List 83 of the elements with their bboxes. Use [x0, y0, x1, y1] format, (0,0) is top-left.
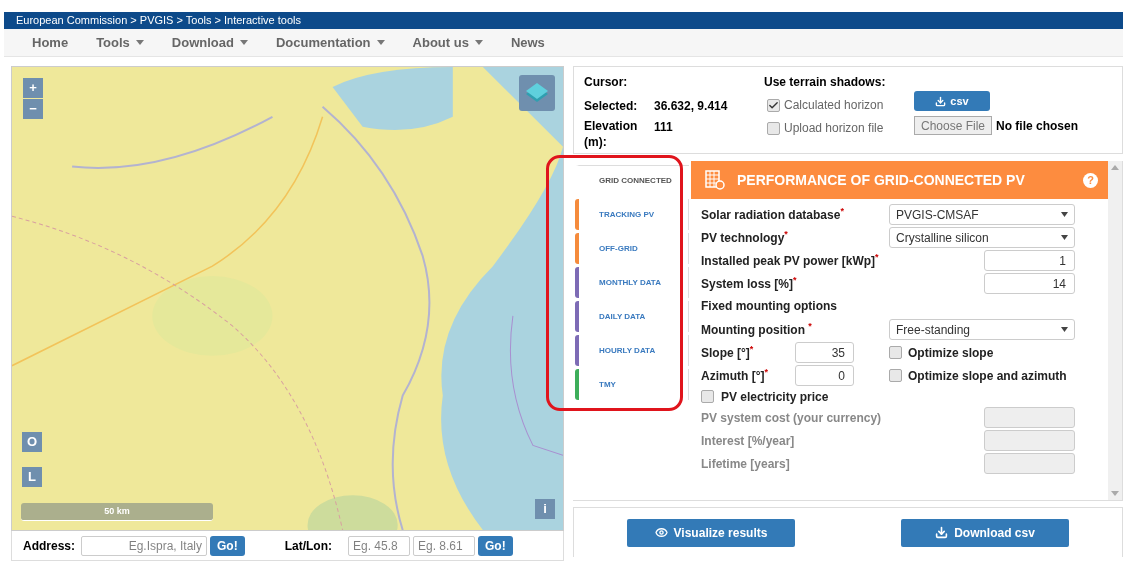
field-label: PV technology$^{*}$ — [701, 228, 788, 247]
eye-icon — [654, 526, 668, 539]
select-field[interactable]: Free-standing — [889, 319, 1075, 340]
number-field[interactable]: 1 — [984, 250, 1075, 271]
zoom-out-button[interactable]: − — [23, 99, 43, 119]
select-field[interactable]: Crystalline silicon — [889, 227, 1075, 248]
tab[interactable]: MONTHLY DATA — [575, 267, 689, 298]
nav-link[interactable]: Tools — [96, 32, 144, 53]
option-label: PV electricity price — [721, 388, 829, 406]
caret-icon — [1061, 235, 1068, 240]
go-button[interactable]: Go! — [478, 535, 513, 556]
option-label: Optimize slope and azimuth — [908, 367, 1067, 385]
checkbox[interactable] — [767, 98, 780, 112]
tab[interactable]: DAILY DATA — [575, 301, 689, 332]
zoom-in-button[interactable]: + — [23, 78, 43, 98]
go-button[interactable]: Go! — [210, 535, 245, 556]
checkbox[interactable] — [889, 346, 902, 359]
field-label: Solar radiation database$^{*}$ — [701, 205, 844, 224]
field-label: PV system cost (your currency) — [701, 409, 882, 427]
field-label: Lifetime [years] — [701, 455, 790, 473]
action-button[interactable]: Visualize results — [627, 518, 795, 547]
layers-icon — [524, 82, 550, 104]
nav-link[interactable]: Download — [171, 32, 248, 53]
field-label: Mounting position $^{*}$ — [701, 320, 812, 339]
number-field[interactable]: 35 — [795, 342, 854, 363]
caret-icon — [1061, 212, 1068, 217]
option-label: Upload horizon file — [784, 120, 884, 137]
breadcrumb: European Commission > PVGIS > Tools > Interactive tools — [16, 13, 302, 29]
caret-icon — [239, 40, 248, 45]
field-label: Installed peak PV power [kWp]$^{*}$ — [701, 251, 879, 270]
caret-icon — [474, 40, 483, 45]
caret-icon — [1061, 327, 1068, 332]
selected-value: 36.632, 9.414 — [654, 98, 729, 115]
elevation-value: 111 — [654, 119, 674, 136]
choose-file-button[interactable]: Choose File — [914, 116, 993, 135]
nav-link[interactable]: About us — [412, 32, 483, 53]
download-icon — [935, 526, 949, 539]
layers-button[interactable] — [519, 75, 555, 111]
cursor-label: Cursor: — [584, 74, 629, 91]
option-label: Optimize slope — [908, 344, 994, 362]
checkbox[interactable] — [767, 121, 780, 135]
number-field[interactable]: 0 — [795, 365, 854, 386]
section-title: Fixed mounting options — [701, 298, 838, 315]
nav-link[interactable]: News — [510, 32, 545, 53]
map[interactable]: + − O L 50 km i — [11, 66, 564, 531]
caret-icon — [135, 40, 144, 45]
l-button[interactable]: L — [22, 467, 42, 487]
field-label: System loss [%]$^{*}$ — [701, 274, 797, 293]
field-label: Interest [%/year] — [701, 432, 795, 450]
latitude-field[interactable]: Eg. 45.8 — [348, 535, 410, 556]
latlon-label: Lat/Lon: — [284, 537, 332, 555]
nav-link[interactable]: Documentation — [275, 32, 385, 53]
shadows-title: Use terrain shadows: — [764, 74, 887, 91]
caret-icon — [376, 40, 385, 45]
scale-label: 50 km — [104, 504, 130, 518]
tab[interactable]: TRACKING PV — [575, 199, 689, 230]
elevation-label: Elevation (m): — [584, 118, 639, 150]
o-button[interactable]: O — [22, 432, 42, 452]
number-field[interactable]: 14 — [984, 273, 1075, 294]
scroll-down-icon[interactable] — [1111, 491, 1119, 496]
panel-title: PERFORMANCE OF GRID-CONNECTED PV — [737, 170, 1026, 190]
select-field[interactable]: PVGIS-CMSAF — [889, 204, 1075, 225]
tab[interactable]: OFF-GRID — [575, 233, 689, 264]
longitude-field[interactable]: Eg. 8.61 — [413, 535, 475, 556]
csv-button[interactable]: csv — [914, 91, 990, 111]
option-label: Calculated horizon — [784, 97, 884, 114]
download-icon — [935, 95, 947, 107]
checkbox[interactable] — [889, 369, 902, 382]
field-label: Slope [°]$^{*}$ — [701, 343, 755, 362]
address-label: Address: — [23, 537, 75, 555]
solar-panel-icon — [705, 170, 725, 190]
checkbox[interactable] — [701, 390, 714, 403]
help-icon[interactable]: ? — [1083, 172, 1098, 188]
field-label: Azimuth [°]$^{*}$ — [701, 366, 769, 385]
info-button[interactable]: i — [535, 499, 555, 519]
scroll-up-icon[interactable] — [1111, 165, 1119, 170]
action-button[interactable]: Download csv — [901, 518, 1069, 547]
file-status: No file chosen — [996, 117, 1079, 135]
nav-link[interactable]: Home — [32, 32, 69, 53]
address-field[interactable]: Eg.Ispra, Italy — [81, 535, 207, 556]
tab[interactable]: HOURLY DATA — [575, 335, 689, 366]
tab[interactable]: TMY — [575, 369, 689, 400]
selected-label: Selected: — [584, 98, 639, 115]
